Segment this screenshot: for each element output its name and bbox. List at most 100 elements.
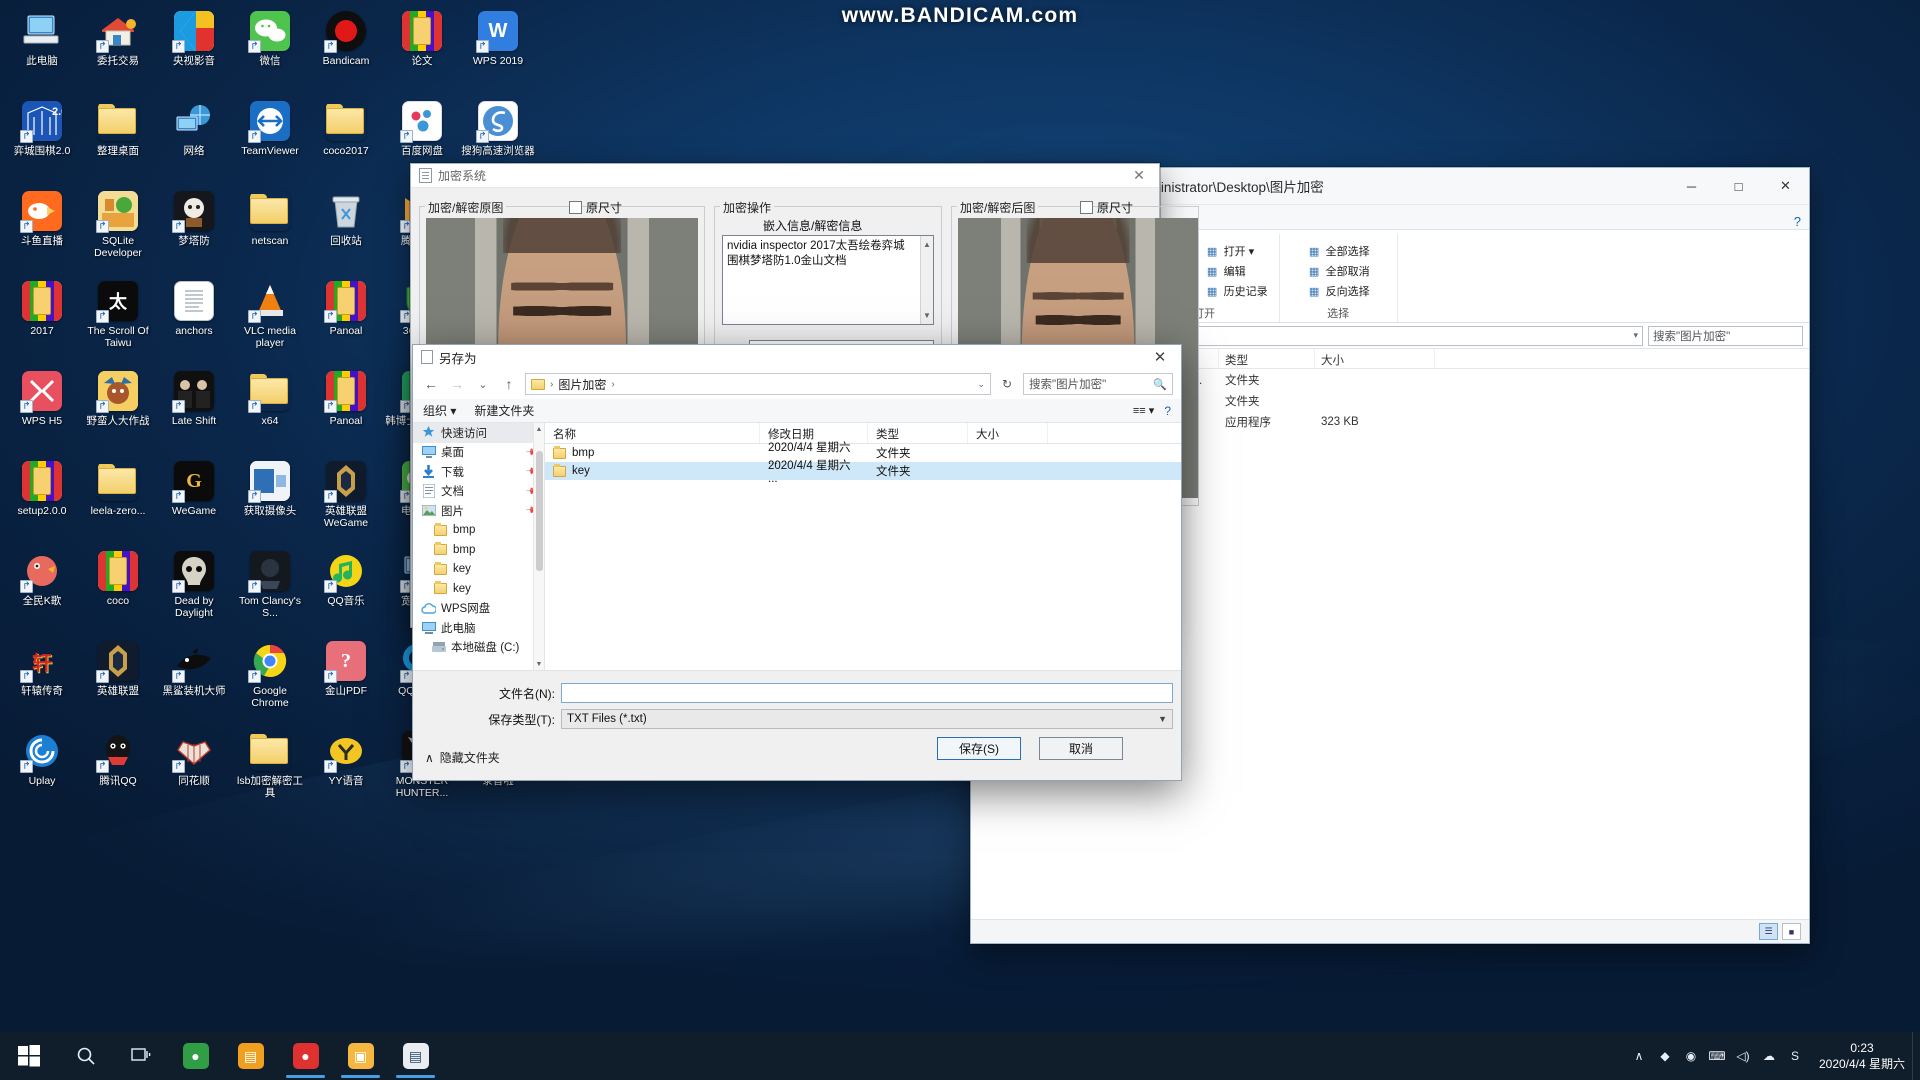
lateshift-icon[interactable]: [172, 370, 215, 413]
desktop-icon-33[interactable]: Panoal: [308, 364, 384, 449]
column-header-3[interactable]: 类型: [868, 423, 968, 443]
desktop-icon-46[interactable]: Tom Clancy's S...: [232, 544, 308, 629]
folder-icon[interactable]: [325, 100, 367, 142]
back-icon[interactable]: ←: [421, 374, 441, 394]
nav-item-7[interactable]: bmp: [413, 540, 544, 560]
barbarian-icon[interactable]: [96, 370, 139, 413]
qqmusic-icon[interactable]: [324, 550, 367, 593]
original-size-checkbox-left[interactable]: 原尺寸: [569, 199, 622, 216]
up-icon[interactable]: ↑: [499, 374, 519, 394]
teamviewer-icon[interactable]: [248, 100, 291, 143]
uplay-icon[interactable]: [20, 730, 63, 773]
desktop-icon-36[interactable]: setup2.0.0: [4, 454, 80, 539]
chrome-taskbar-icon[interactable]: ●: [168, 1032, 223, 1080]
qq-icon[interactable]: [96, 730, 139, 773]
close-button[interactable]: ✕: [1139, 345, 1181, 369]
save-as-column-headers[interactable]: 名称 修改日期 类型 大小: [545, 423, 1181, 444]
breadcrumb[interactable]: › 图片加密 › ⌄: [525, 373, 991, 395]
start-button[interactable]: [0, 1032, 58, 1080]
dbd-icon[interactable]: [172, 550, 215, 593]
rar-icon[interactable]: [324, 370, 367, 413]
nav-item-6[interactable]: bmp: [413, 521, 544, 541]
desktop-icon-11[interactable]: TeamViewer: [232, 94, 308, 179]
save-as-dialog[interactable]: 另存为 ✕ ← → ⌄ ↑ › 图片加密 › ⌄ ↻ 搜索"图片加密" 🔍 组织…: [412, 344, 1182, 781]
ktv-icon[interactable]: [20, 550, 63, 593]
lol-icon[interactable]: [96, 640, 139, 683]
save-as-toolbar[interactable]: 组织 ▾ 新建文件夹 ≡≡ ▾ ?: [413, 399, 1181, 423]
tomclancy-icon[interactable]: [248, 550, 291, 593]
large-icons-view-button[interactable]: ■: [1782, 923, 1801, 940]
taskbar[interactable]: ● ▤ ● ▣ ▤ ∧ ◆ ◉ ⌨ ◁) ☁ S 0:23 2020/4/4 星期六: [0, 1032, 1920, 1080]
select-none-button[interactable]: ▦ 全部取消: [1304, 262, 1373, 280]
save-as-navigation[interactable]: ← → ⌄ ↑ › 图片加密 › ⌄ ↻ 搜索"图片加密" 🔍: [413, 369, 1181, 399]
nav-item-9[interactable]: key: [413, 579, 544, 599]
desktop-icon-32[interactable]: x64: [232, 364, 308, 449]
tray-icon-2[interactable]: ◆: [1652, 1032, 1678, 1080]
chevron-up-icon[interactable]: ∧: [425, 751, 434, 765]
show-desktop-button[interactable]: [1912, 1032, 1920, 1080]
scrollbar-thumb[interactable]: [536, 451, 543, 571]
message-textarea[interactable]: nvidia inspector 2017太吾绘卷弈城围棋梦塔防1.0金山文档 …: [722, 235, 934, 325]
rar-icon[interactable]: [97, 550, 139, 592]
save-as-list-pane[interactable]: 名称 修改日期 类型 大小 bmp 2020/4/4 星期六 ... 文件夹 key 2020…: [545, 423, 1181, 670]
nav-item-2[interactable]: 桌面📌: [413, 443, 544, 463]
minimize-button[interactable]: ─: [1668, 168, 1715, 205]
house-icon[interactable]: [96, 10, 139, 53]
checkbox-icon[interactable]: [569, 201, 582, 214]
column-header-1[interactable]: 名称: [545, 423, 760, 443]
xuanyuan-icon[interactable]: 轩: [20, 640, 63, 683]
bandicam-taskbar-icon[interactable]: ●: [278, 1032, 333, 1080]
tray-icon-7[interactable]: S: [1782, 1032, 1808, 1080]
desktop-icon-53[interactable]: Google Chrome: [232, 634, 308, 719]
desktop-icon-43[interactable]: 全民K歌: [4, 544, 80, 629]
taiwu-icon[interactable]: 太: [96, 280, 139, 323]
tray-icon-3[interactable]: ◉: [1678, 1032, 1704, 1080]
sqlite-icon[interactable]: [96, 190, 139, 233]
breadcrumb-folder[interactable]: 图片加密: [558, 376, 606, 393]
rar-icon[interactable]: [401, 10, 443, 52]
taskbar-apps[interactable]: ● ▤ ● ▣ ▤: [168, 1032, 443, 1080]
desktop-icon-57[interactable]: Uplay: [4, 724, 80, 809]
desktop-icon-61[interactable]: YY语音: [308, 724, 384, 809]
desktop-icon-9[interactable]: 整理桌面: [80, 94, 156, 179]
desktop-icon-47[interactable]: QQ音乐: [308, 544, 384, 629]
desktop-icon-15[interactable]: 斗鱼直播: [4, 184, 80, 269]
checkbox-icon[interactable]: [1080, 201, 1093, 214]
vlc-icon[interactable]: [248, 280, 291, 323]
explorer-search-input[interactable]: 搜索"图片加密": [1648, 325, 1803, 346]
tray-icon-1[interactable]: ∧: [1626, 1032, 1652, 1080]
desktop-icon-25[interactable]: VLC media player: [232, 274, 308, 359]
encryption-titlebar[interactable]: 加密系统 ✕: [411, 164, 1159, 188]
recycle-icon[interactable]: [325, 190, 367, 232]
search-icon[interactable]: 🔍: [1153, 378, 1167, 391]
desktop-icon-16[interactable]: SQLite Developer: [80, 184, 156, 269]
wegame-icon[interactable]: G: [172, 460, 215, 503]
lol-icon[interactable]: [324, 460, 367, 503]
desktop-icon-12[interactable]: coco2017: [308, 94, 384, 179]
desktop-icon-1[interactable]: 此电脑: [4, 4, 80, 89]
column-header-3[interactable]: 类型: [1219, 349, 1315, 368]
forward-icon[interactable]: →: [447, 374, 467, 394]
mengta-icon[interactable]: [172, 190, 215, 233]
cancel-button[interactable]: 取消: [1039, 737, 1123, 760]
nav-pane-scrollbar[interactable]: ▲ ▼: [533, 423, 544, 670]
hide-folders-toggle[interactable]: ∧ 隐藏文件夹: [425, 749, 500, 766]
desktop-icon-40[interactable]: 英雄联盟 WeGame: [308, 454, 384, 539]
save-as-file-list[interactable]: bmp 2020/4/4 星期六 ... 文件夹 key 2020/4/4 星期六 ..…: [545, 442, 1181, 485]
desktop-icon-39[interactable]: 获取摄像头: [232, 454, 308, 539]
nav-item-11[interactable]: 此电脑: [413, 618, 544, 638]
view-options-button[interactable]: ≡≡ ▾: [1133, 404, 1154, 417]
new-folder-button[interactable]: 新建文件夹: [474, 402, 534, 419]
filetype-select[interactable]: TXT Files (*.txt) ▼: [561, 709, 1173, 729]
jspdf-icon[interactable]: ?: [324, 640, 367, 683]
save-as-search-input[interactable]: 搜索"图片加密" 🔍: [1023, 373, 1173, 395]
filename-input[interactable]: [561, 683, 1173, 703]
column-header-2[interactable]: 修改日期: [760, 423, 868, 443]
nav-item-4[interactable]: 文档📌: [413, 482, 544, 502]
nav-item-12[interactable]: 本地磁盘 (C:): [413, 638, 544, 658]
save-as-titlebar[interactable]: 另存为 ✕: [413, 345, 1181, 369]
chrome-icon[interactable]: [248, 640, 291, 683]
rar-icon[interactable]: [324, 280, 367, 323]
close-button[interactable]: ✕: [1119, 164, 1159, 188]
desktop-icon-31[interactable]: Late Shift: [156, 364, 232, 449]
